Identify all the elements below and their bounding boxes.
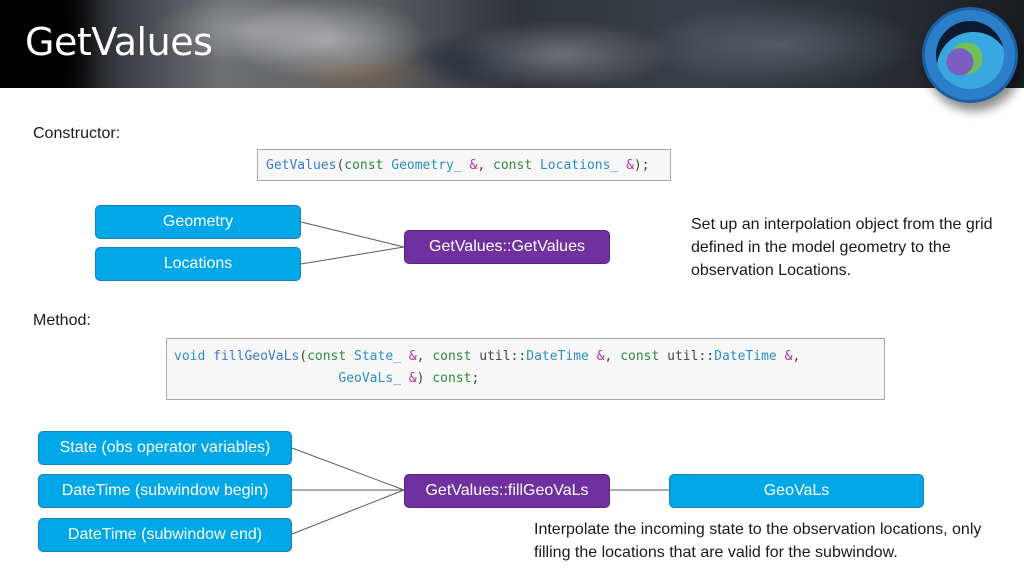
- connector-state: [291, 447, 405, 491]
- code-function-name: fillGeoVaLs: [213, 349, 300, 364]
- code-ampersand: &: [408, 371, 417, 386]
- code-keyword: const: [432, 349, 472, 364]
- connector-locations: [300, 246, 405, 265]
- input-node-locations: Locations: [95, 247, 301, 281]
- code-type: State_: [354, 349, 401, 364]
- code-punct: );: [633, 158, 650, 173]
- code-punct: ;: [471, 371, 480, 386]
- method-code-box: void fillGeoVaLs(const State_ &, const u…: [166, 338, 885, 400]
- code-type: GeoVaLs_: [338, 371, 401, 386]
- code-keyword: const: [307, 349, 347, 364]
- code-ampersand: &: [408, 349, 417, 364]
- code-type: Locations_: [539, 158, 619, 173]
- method-label: Method:: [33, 312, 91, 329]
- code-punct: ,: [604, 349, 621, 364]
- code-keyword: const: [344, 158, 384, 173]
- code-keyword: const: [493, 158, 533, 173]
- output-node-geovals: GeoVaLs: [669, 474, 924, 508]
- code-punct: (: [299, 349, 308, 364]
- code-type: DateTime: [526, 349, 589, 364]
- code-keyword: const: [620, 349, 660, 364]
- input-node-state: State (obs operator variables): [38, 431, 292, 465]
- constructor-description: Set up an interpolation object from the …: [691, 216, 993, 279]
- code-keyword: void: [174, 349, 206, 364]
- connector-datetime-end: [291, 489, 405, 535]
- method-description: Interpolate the incoming state to the ob…: [534, 521, 982, 561]
- code-namespace: util::: [667, 349, 715, 364]
- function-node-fillgeovals: GetValues::fillGeoVaLs: [404, 474, 610, 508]
- input-node-datetime-begin: DateTime (subwindow begin): [38, 474, 292, 508]
- input-node-geometry: Geometry: [95, 205, 301, 239]
- code-namespace: util::: [479, 349, 527, 364]
- globe-icon: [936, 21, 1004, 89]
- constructor-code-box: GetValues(const Geometry_ &, const Locat…: [257, 149, 671, 181]
- page-title: GetValues: [25, 20, 213, 64]
- input-node-datetime-end: DateTime (subwindow end): [38, 518, 292, 552]
- code-keyword: const: [432, 371, 472, 386]
- jcsda-logo-icon: [922, 7, 1018, 103]
- code-type: DateTime: [714, 349, 777, 364]
- code-punct: ,: [416, 349, 433, 364]
- connector-geometry: [300, 221, 405, 248]
- code-function-name: GetValues: [266, 158, 337, 173]
- constructor-label: Constructor:: [33, 125, 121, 142]
- code-ampersand: &: [596, 349, 605, 364]
- code-ampersand: &: [626, 158, 634, 173]
- code-punct: ,: [477, 158, 494, 173]
- function-node-getvalues: GetValues::GetValues: [404, 230, 610, 264]
- code-punct: ): [416, 371, 425, 386]
- code-type: Geometry_: [391, 158, 462, 173]
- code-punct: ,: [792, 349, 801, 364]
